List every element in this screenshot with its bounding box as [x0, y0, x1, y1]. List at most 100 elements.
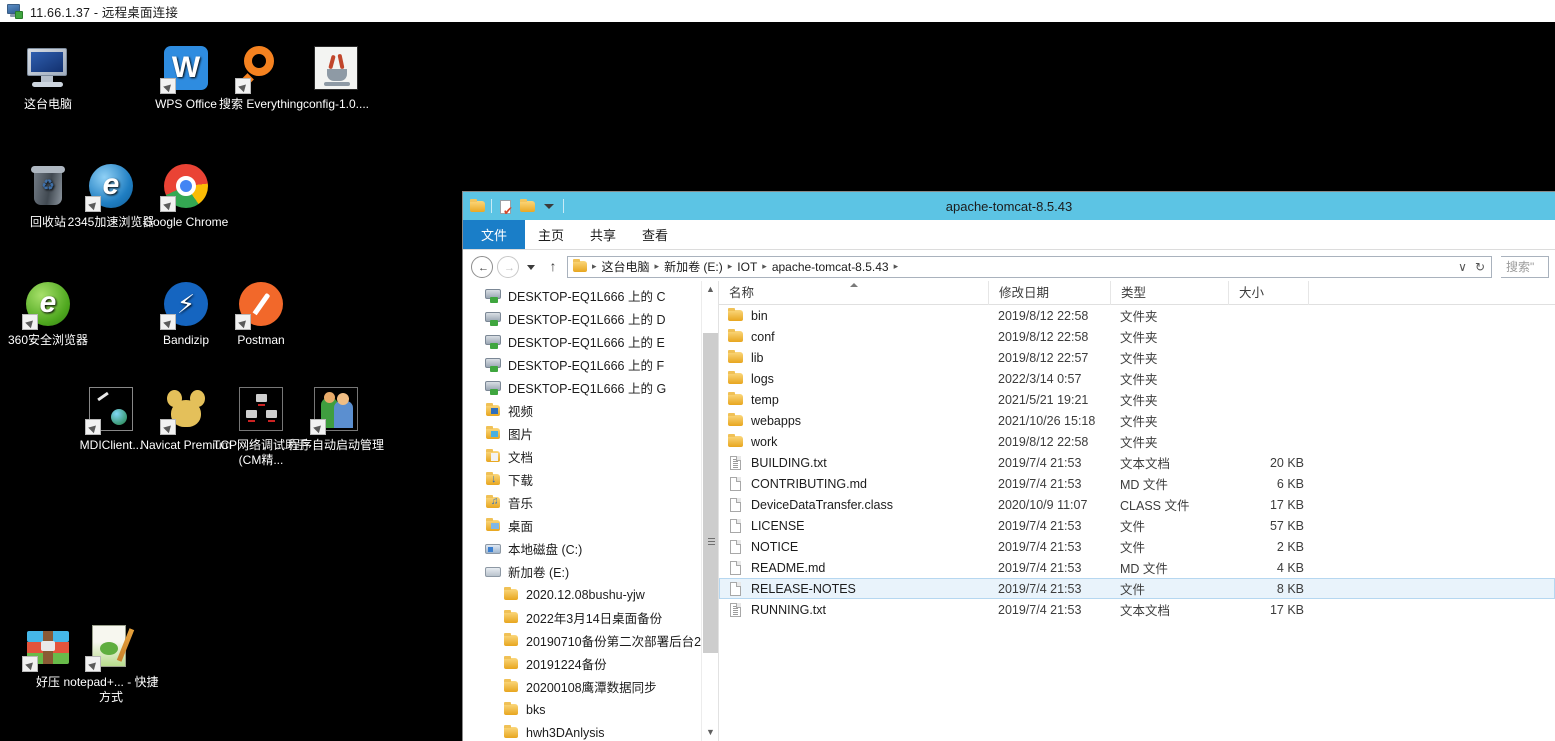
- desktop-icon-pc[interactable]: 这台电脑: [0, 44, 96, 112]
- column-headers[interactable]: 名称 修改日期 类型 大小: [719, 281, 1555, 305]
- breadcrumb-arrow-3[interactable]: ▸: [761, 261, 768, 272]
- tab-share[interactable]: 共享: [577, 220, 629, 249]
- breadcrumb-volume-e[interactable]: 新加卷 (E:): [661, 257, 726, 276]
- desktop-icon-postman[interactable]: Postman: [213, 280, 309, 348]
- table-row[interactable]: bin 2019/8/12 22:58 文件夹: [719, 305, 1555, 326]
- forward-button[interactable]: →: [497, 255, 519, 278]
- navigation-pane-scrollbar[interactable]: ▲ ▼: [701, 281, 718, 741]
- tree-item[interactable]: 20191224备份: [463, 652, 700, 675]
- table-row[interactable]: BUILDING.txt 2019/7/4 21:53 文本文档 20 KB: [719, 452, 1555, 473]
- tree-item[interactable]: DESKTOP-EQ1L666 上的 C: [463, 284, 700, 307]
- file-name-cell[interactable]: webapps: [728, 412, 998, 429]
- tree-item[interactable]: 下载: [463, 468, 700, 491]
- file-name-cell[interactable]: RELEASE-NOTES: [728, 581, 998, 597]
- file-name-cell[interactable]: LICENSE: [728, 518, 998, 534]
- breadcrumb-arrow-0[interactable]: ▸: [591, 261, 598, 272]
- tree-item[interactable]: 视频: [463, 399, 700, 422]
- file-name-cell[interactable]: temp: [728, 391, 998, 408]
- file-name-cell[interactable]: BUILDING.txt: [728, 455, 998, 471]
- tree-item[interactable]: DESKTOP-EQ1L666 上的 F: [463, 353, 700, 376]
- quick-access-toolbar[interactable]: ✔: [463, 198, 564, 217]
- tree-item[interactable]: 2020.12.08bushu-yjw: [463, 583, 700, 606]
- column-header-date[interactable]: 修改日期: [989, 281, 1111, 305]
- breadcrumb-iot[interactable]: IOT: [734, 259, 760, 275]
- scroll-up-icon[interactable]: ▲: [702, 281, 718, 298]
- tree-item[interactable]: hwh3DAnlysis: [463, 721, 700, 741]
- ribbon-tabs[interactable]: 文件 主页 共享 查看: [463, 220, 1555, 250]
- navigation-pane[interactable]: DESKTOP-EQ1L666 上的 C DESKTOP-EQ1L666 上的 D…: [463, 281, 719, 741]
- column-header-size[interactable]: 大小: [1229, 281, 1309, 305]
- tree-item[interactable]: 2022年3月14日桌面备份: [463, 606, 700, 629]
- file-name-cell[interactable]: CONTRIBUTING.md: [728, 476, 998, 492]
- tab-view[interactable]: 查看: [629, 220, 681, 249]
- file-name-cell[interactable]: README.md: [728, 560, 998, 576]
- desktop[interactable]: 这台电脑WPS Office搜索 Everythingconfig-1.0...…: [0, 22, 1555, 741]
- breadcrumb[interactable]: ▸ 这台电脑 ▸ 新加卷 (E:) ▸ IOT ▸ apache-tomcat-…: [572, 257, 1458, 276]
- search-input[interactable]: 搜索": [1501, 255, 1549, 278]
- tree-item[interactable]: DESKTOP-EQ1L666 上的 E: [463, 330, 700, 353]
- table-row[interactable]: temp 2021/5/21 19:21 文件夹: [719, 389, 1555, 410]
- file-name-cell[interactable]: lib: [728, 349, 998, 366]
- tree-item[interactable]: 新加卷 (E:): [463, 560, 700, 583]
- back-button[interactable]: ←: [471, 255, 493, 278]
- breadcrumb-this-pc[interactable]: 这台电脑: [599, 257, 653, 276]
- tree-item[interactable]: DESKTOP-EQ1L666 上的 G: [463, 376, 700, 399]
- file-explorer-window[interactable]: ✔ apache-tomcat-8.5.43 文件 主页 共享 查看 ← → ↑…: [463, 192, 1555, 741]
- folder-icon[interactable]: [469, 198, 486, 215]
- file-list-pane[interactable]: 名称 修改日期 类型 大小 bin 2019/8/12 22:58 文件夹 conf 2…: [719, 281, 1555, 741]
- file-name-cell[interactable]: DeviceDataTransfer.class: [728, 497, 998, 513]
- tree-item[interactable]: 音乐: [463, 491, 700, 514]
- desktop-icon-npp[interactable]: notepad+... - 快捷方式: [63, 622, 159, 705]
- tree-item[interactable]: 文档: [463, 445, 700, 468]
- table-row[interactable]: work 2019/8/12 22:58 文件夹: [719, 431, 1555, 452]
- desktop-icon-auto[interactable]: 程序自动启动管理: [288, 385, 384, 453]
- breadcrumb-arrow-1[interactable]: ▸: [654, 261, 661, 272]
- table-row[interactable]: LICENSE 2019/7/4 21:53 文件 57 KB: [719, 515, 1555, 536]
- desktop-icon-java[interactable]: config-1.0....: [288, 44, 384, 112]
- tree-item[interactable]: 本地磁盘 (C:): [463, 537, 700, 560]
- recent-locations-dropdown[interactable]: [523, 257, 539, 277]
- tree-item[interactable]: 20190710备份第二次部署后台20190: [463, 629, 718, 652]
- tree-item[interactable]: 20200108鹰潭数据同步: [463, 675, 700, 698]
- file-name-cell[interactable]: RUNNING.txt: [728, 602, 998, 618]
- table-row[interactable]: RELEASE-NOTES 2019/7/4 21:53 文件 8 KB: [719, 578, 1555, 599]
- breadcrumb-arrow-4[interactable]: ▸: [893, 261, 900, 272]
- breadcrumb-tomcat[interactable]: apache-tomcat-8.5.43: [769, 259, 892, 275]
- table-row[interactable]: README.md 2019/7/4 21:53 MD 文件 4 KB: [719, 557, 1555, 578]
- table-row[interactable]: lib 2019/8/12 22:57 文件夹: [719, 347, 1555, 368]
- table-row[interactable]: DeviceDataTransfer.class 2020/10/9 11:07 C…: [719, 494, 1555, 515]
- address-bar-actions[interactable]: ∨ ↻: [1458, 260, 1489, 274]
- scroll-down-icon[interactable]: ▼: [702, 724, 718, 741]
- file-list[interactable]: bin 2019/8/12 22:58 文件夹 conf 2019/8/12 22:58…: [719, 305, 1555, 620]
- table-row[interactable]: webapps 2021/10/26 15:18 文件夹: [719, 410, 1555, 431]
- table-row[interactable]: RUNNING.txt 2019/7/4 21:53 文本文档 17 KB: [719, 599, 1555, 620]
- desktop-icon-360[interactable]: 360安全浏览器: [0, 280, 96, 348]
- customize-dropdown-icon[interactable]: [541, 198, 558, 215]
- table-row[interactable]: NOTICE 2019/7/4 21:53 文件 2 KB: [719, 536, 1555, 557]
- file-name-cell[interactable]: conf: [728, 328, 998, 345]
- table-row[interactable]: logs 2022/3/14 0:57 文件夹: [719, 368, 1555, 389]
- file-name-cell[interactable]: NOTICE: [728, 539, 998, 555]
- window-title-bar[interactable]: ✔ apache-tomcat-8.5.43: [463, 192, 1555, 220]
- tab-file[interactable]: 文件: [463, 220, 526, 249]
- tree-item[interactable]: DESKTOP-EQ1L666 上的 D: [463, 307, 700, 330]
- properties-icon[interactable]: ✔: [497, 198, 514, 217]
- new-folder-icon[interactable]: [519, 198, 536, 215]
- file-name-cell[interactable]: logs: [728, 370, 998, 387]
- tree-item[interactable]: 桌面: [463, 514, 700, 537]
- tree-item[interactable]: 图片: [463, 422, 700, 445]
- chevron-down-icon[interactable]: ∨: [1458, 260, 1467, 274]
- breadcrumb-arrow-2[interactable]: ▸: [727, 261, 734, 272]
- file-name-cell[interactable]: work: [728, 433, 998, 450]
- scrollbar-thumb[interactable]: [703, 333, 718, 653]
- table-row[interactable]: conf 2019/8/12 22:58 文件夹: [719, 326, 1555, 347]
- refresh-icon[interactable]: ↻: [1475, 260, 1485, 274]
- desktop-icon-chrome[interactable]: Google Chrome: [138, 162, 234, 230]
- tree-item[interactable]: bks: [463, 698, 700, 721]
- navigation-bar[interactable]: ← → ↑ ▸ 这台电脑 ▸ 新加卷 (E:) ▸ IOT ▸ apache-t…: [463, 250, 1555, 280]
- address-bar[interactable]: ▸ 这台电脑 ▸ 新加卷 (E:) ▸ IOT ▸ apache-tomcat-…: [567, 255, 1492, 278]
- column-header-name[interactable]: 名称: [719, 281, 989, 305]
- file-name-cell[interactable]: bin: [728, 307, 998, 324]
- column-header-type[interactable]: 类型: [1111, 281, 1229, 305]
- table-row[interactable]: CONTRIBUTING.md 2019/7/4 21:53 MD 文件 6 KB: [719, 473, 1555, 494]
